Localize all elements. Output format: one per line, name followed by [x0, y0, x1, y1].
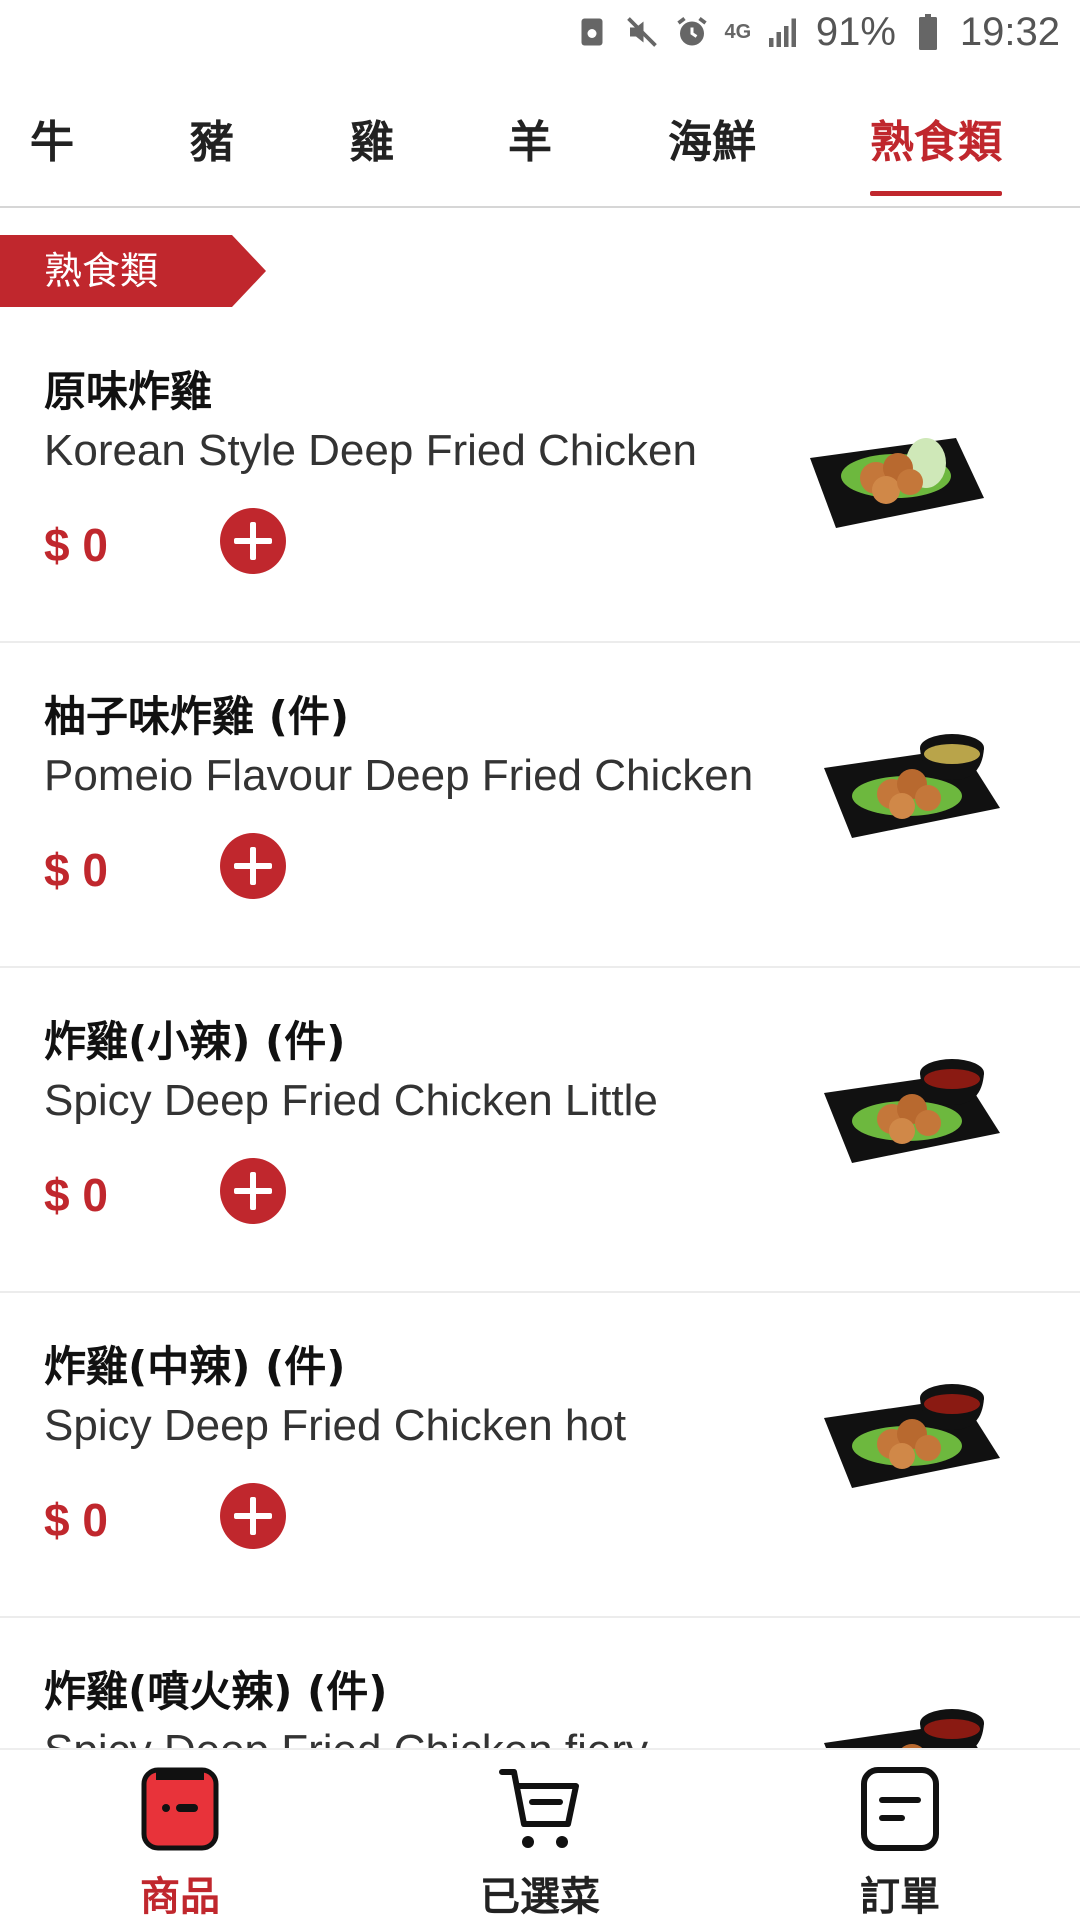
list-item[interactable]: 原味炸雞 Korean Style Deep Fried Chicken $ 0: [0, 318, 1080, 643]
tab-chicken[interactable]: 雞: [350, 106, 394, 196]
item-price: $ 0: [44, 1169, 108, 1221]
tab-pork[interactable]: 豬: [190, 106, 234, 196]
data-saver-icon: [574, 14, 610, 50]
tab-beef[interactable]: 牛: [30, 106, 74, 196]
dish-image: [824, 1709, 984, 1748]
dish-image: [824, 734, 1000, 838]
section-banner: 熟食類: [0, 235, 266, 307]
tab-seafood[interactable]: 海鮮: [668, 106, 756, 196]
tab-lamb[interactable]: 羊: [508, 106, 552, 196]
item-name: 炸雞(小辣) (件): [44, 1017, 346, 1066]
dish-image: [824, 1384, 1000, 1488]
add-button[interactable]: [220, 508, 286, 574]
products-icon: [141, 1767, 219, 1851]
item-name: 柚子味炸雞 (件): [44, 692, 350, 741]
signal-icon: [766, 14, 802, 50]
add-button[interactable]: [220, 1483, 286, 1549]
dish-image: [824, 1059, 1000, 1163]
active-tab-indicator: [870, 191, 1002, 196]
item-english-name: Pomeio Flavour Deep Fried Chicken: [44, 751, 754, 800]
menu-list[interactable]: 熟食類 原味炸雞 Korean Style Deep Fried Chicken…: [0, 210, 1080, 1748]
clock: 19:32: [959, 9, 1060, 54]
nav-products[interactable]: 商品: [70, 1764, 290, 1920]
mute-icon: [624, 14, 660, 50]
item-name: 原味炸雞: [44, 367, 213, 416]
bottom-nav: 商品 已選菜 訂單: [0, 1748, 1080, 1920]
item-name: 炸雞(中辣) (件): [44, 1342, 346, 1391]
nav-selected-dishes-label: 已選菜: [480, 1874, 600, 1920]
tab-cooked-food[interactable]: 熟食類: [870, 106, 1002, 196]
item-price: $ 0: [44, 844, 108, 896]
list-item[interactable]: 炸雞(中辣) (件) Spicy Deep Fried Chicken hot …: [0, 1293, 1080, 1618]
dish-image: [810, 438, 984, 528]
battery-icon: [910, 14, 946, 50]
nav-products-label: 商品: [140, 1874, 220, 1920]
item-english-name: Spicy Deep Fried Chicken Little: [44, 1076, 658, 1125]
item-english-name: Spicy Deep Fried Chicken fiery: [44, 1726, 774, 1748]
network-type-indicator: 4G: [724, 21, 752, 43]
item-name: 炸雞(噴火辣) (件): [44, 1667, 388, 1716]
list-item[interactable]: 炸雞(噴火辣) (件) Spicy Deep Fried Chicken fie…: [0, 1618, 1080, 1748]
battery-percent: 91%: [815, 9, 896, 54]
nav-selected-dishes[interactable]: 已選菜: [430, 1764, 650, 1920]
orders-icon: [861, 1767, 939, 1851]
alarm-icon: [674, 14, 710, 50]
item-english-name: Korean Style Deep Fried Chicken: [44, 426, 697, 475]
add-button[interactable]: [220, 833, 286, 899]
nav-orders-label: 訂單: [860, 1874, 940, 1920]
list-item[interactable]: 柚子味炸雞 (件) Pomeio Flavour Deep Fried Chic…: [0, 643, 1080, 968]
nav-orders[interactable]: 訂單: [790, 1764, 1010, 1920]
cart-icon: [499, 1769, 579, 1848]
item-price: $ 0: [44, 1494, 108, 1546]
category-tabs: 牛 豬 雞 羊 海鮮 熟食類: [0, 90, 1080, 208]
status-bar: 4G 91% 19:32: [0, 0, 1080, 64]
list-item[interactable]: 炸雞(小辣) (件) Spicy Deep Fried Chicken Litt…: [0, 968, 1080, 1293]
add-button[interactable]: [220, 1158, 286, 1224]
item-english-name: Spicy Deep Fried Chicken hot: [44, 1401, 627, 1450]
item-price: $ 0: [44, 519, 108, 571]
section-title: 熟食類: [44, 249, 159, 293]
app-screen: 4G 91% 19:32 牛 豬 雞 羊 海鮮 熟食類 熟食類 原味炸雞 Kor…: [0, 0, 1080, 1920]
